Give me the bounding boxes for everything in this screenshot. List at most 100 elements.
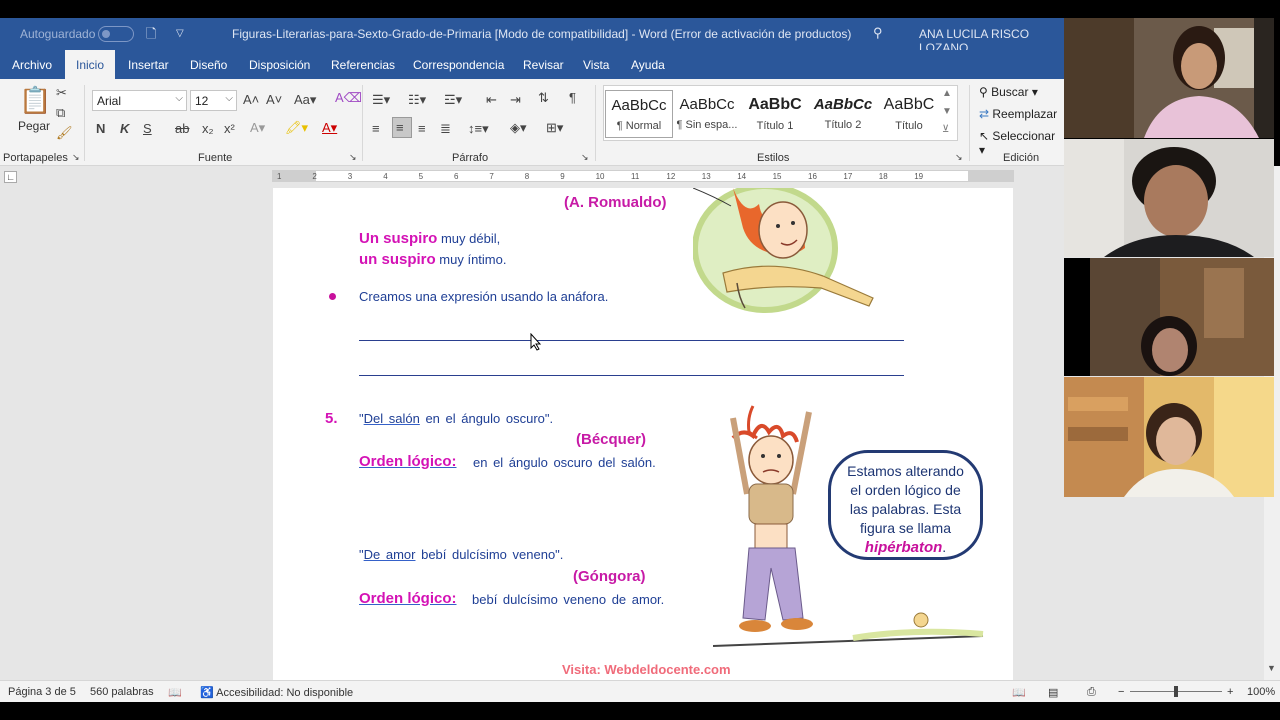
autosave-toggle[interactable]: [98, 26, 134, 42]
proofing-icon[interactable]: 📖: [168, 686, 182, 699]
bullets-icon[interactable]: ☰▾: [372, 92, 390, 108]
tab-vista[interactable]: Vista: [583, 58, 609, 72]
ruler-tick-label: 3: [347, 172, 353, 181]
dialog-launcher-icon[interactable]: ↘: [581, 152, 589, 163]
poem-line-2: un suspiro muy íntimo.: [359, 251, 506, 268]
logical-order-label: Orden lógico:: [359, 590, 457, 607]
decrease-indent-icon[interactable]: ⇤: [486, 92, 497, 108]
style-normal[interactable]: AaBbCc ¶ Normal: [605, 90, 673, 138]
replace-button[interactable]: ⇄ Reemplazar: [979, 107, 1057, 121]
sort-icon[interactable]: ⇅: [538, 90, 549, 106]
divider: [84, 85, 85, 161]
copy-icon[interactable]: ⧉: [56, 105, 65, 121]
cut-icon[interactable]: ✂: [56, 85, 67, 101]
text-effects-icon[interactable]: A▾: [250, 120, 265, 136]
grow-font-icon[interactable]: A˄: [243, 92, 259, 107]
numbering-icon[interactable]: ☷▾: [408, 92, 426, 108]
web-layout-icon[interactable]: ⎙: [1087, 686, 1096, 699]
bubble-text: figura se llama: [859, 520, 952, 536]
ruler-tick-label: 18: [878, 172, 888, 181]
zoom-out-icon[interactable]: −: [1118, 686, 1124, 698]
more-styles-icon[interactable]: ⊻: [942, 124, 949, 135]
dialog-launcher-icon[interactable]: ↘: [72, 152, 80, 163]
scroll-down-icon[interactable]: ▼: [942, 106, 952, 117]
zoom-in-icon[interactable]: +: [1227, 686, 1233, 698]
increase-indent-icon[interactable]: ⇥: [510, 92, 521, 108]
save-icon[interactable]: 🗋: [146, 25, 156, 47]
style-heading-1[interactable]: AaBbC Título 1: [741, 90, 809, 138]
scroll-down-arrow-icon[interactable]: ▼: [1267, 663, 1276, 673]
quote-text: en el ángulo oscuro".: [419, 411, 554, 426]
line-spacing-icon[interactable]: ↕≡▾: [468, 121, 489, 137]
tab-referencias[interactable]: Referencias: [331, 58, 395, 72]
print-layout-icon[interactable]: ▤: [1048, 686, 1058, 699]
tab-insertar[interactable]: Insertar: [128, 58, 169, 72]
tab-ayuda[interactable]: Ayuda: [631, 58, 665, 72]
justify-icon[interactable]: ≣: [440, 121, 451, 137]
ruler-margin-right: [968, 170, 1014, 182]
tab-disposicion[interactable]: Disposición: [249, 58, 310, 72]
document-page[interactable]: (A. Romualdo) Un suspiro muy débil, un s…: [273, 188, 1013, 680]
align-right-icon[interactable]: ≡: [418, 121, 426, 136]
change-case-icon[interactable]: Aa▾: [294, 92, 316, 108]
strikethrough-button[interactable]: ab: [175, 121, 189, 136]
zoom-slider-handle[interactable]: [1174, 686, 1178, 697]
answer-line-2[interactable]: [359, 375, 904, 376]
style-sample: AaBbCc: [611, 97, 667, 114]
ruler-tick-label: 14: [737, 172, 747, 181]
shrink-font-icon[interactable]: A˅: [266, 92, 282, 107]
superscript-button[interactable]: x²: [224, 121, 235, 136]
logical-order-2: bebí dulcísimo veneno de amor.: [472, 592, 665, 607]
boy-in-circle-illustration: [693, 188, 874, 313]
style-no-spacing[interactable]: AaBbCc ¶ Sin espa...: [673, 90, 741, 138]
dialog-launcher-icon[interactable]: ↘: [349, 152, 357, 163]
footer-website: Visita: Webdeldocente.com: [562, 662, 731, 677]
scroll-up-icon[interactable]: ▲: [942, 88, 952, 99]
style-title[interactable]: AaBbC Título: [875, 90, 943, 138]
multilevel-list-icon[interactable]: ☲▾: [444, 92, 462, 108]
customize-toolbar-icon[interactable]: ▽: [176, 28, 184, 39]
ruler-tick-label: 9: [560, 172, 565, 181]
align-left-icon[interactable]: ≡: [372, 121, 380, 136]
tab-selector[interactable]: ∟: [4, 171, 17, 183]
ruler-tick-label: 17: [843, 172, 853, 181]
align-center-icon[interactable]: ≡: [392, 117, 412, 138]
tab-inicio[interactable]: Inicio: [65, 50, 116, 79]
bold-button[interactable]: N: [96, 121, 105, 136]
clear-formatting-icon[interactable]: A⌫: [335, 90, 362, 106]
shading-icon[interactable]: ◈▾: [510, 120, 527, 136]
read-mode-icon[interactable]: 📖: [1012, 686, 1026, 699]
paste-button[interactable]: Pegar: [18, 119, 50, 133]
search-icon[interactable]: ⚲: [873, 25, 883, 41]
zoom-level[interactable]: 100%: [1247, 686, 1275, 698]
bubble-text: .: [942, 539, 947, 555]
ruler-tick-label: 5: [418, 172, 424, 181]
accessibility-status[interactable]: ♿ Accesibilidad: No disponible: [200, 686, 353, 699]
show-marks-icon[interactable]: ¶: [569, 90, 576, 105]
answer-line-1[interactable]: [359, 340, 904, 341]
paste-icon[interactable]: 📋: [19, 85, 51, 116]
divider: [595, 85, 596, 161]
dialog-launcher-icon[interactable]: ↘: [955, 152, 963, 163]
style-name: Título: [895, 120, 923, 132]
highlight-icon[interactable]: 🖍▾: [285, 120, 308, 136]
subscript-button[interactable]: x₂: [202, 121, 214, 136]
borders-icon[interactable]: ⊞▾: [546, 120, 563, 136]
find-button[interactable]: ⚲ Buscar ▾: [979, 85, 1038, 99]
accessibility-label: Accesibilidad: No disponible: [216, 687, 354, 699]
page-indicator[interactable]: Página 3 de 5: [8, 686, 76, 698]
underline-button[interactable]: S: [143, 121, 152, 136]
tab-revisar[interactable]: Revisar: [523, 58, 564, 72]
style-heading-2[interactable]: AaBbCc Título 2: [809, 90, 877, 138]
word-count[interactable]: 560 palabras: [90, 686, 154, 698]
font-color-icon[interactable]: A▾: [322, 120, 337, 136]
font-name-select[interactable]: Arial ⌵: [92, 90, 187, 111]
italic-button[interactable]: K: [120, 121, 129, 136]
bubble-text: Estamos alterando: [847, 463, 964, 479]
tab-archivo[interactable]: Archivo: [12, 58, 52, 72]
ruler-tick-label: 10: [595, 172, 605, 181]
font-size-select[interactable]: 12 ⌵: [190, 90, 237, 111]
tab-correspondencia[interactable]: Correspondencia: [413, 58, 504, 72]
tab-diseno[interactable]: Diseño: [190, 58, 227, 72]
format-painter-icon[interactable]: 🖌: [56, 125, 73, 141]
